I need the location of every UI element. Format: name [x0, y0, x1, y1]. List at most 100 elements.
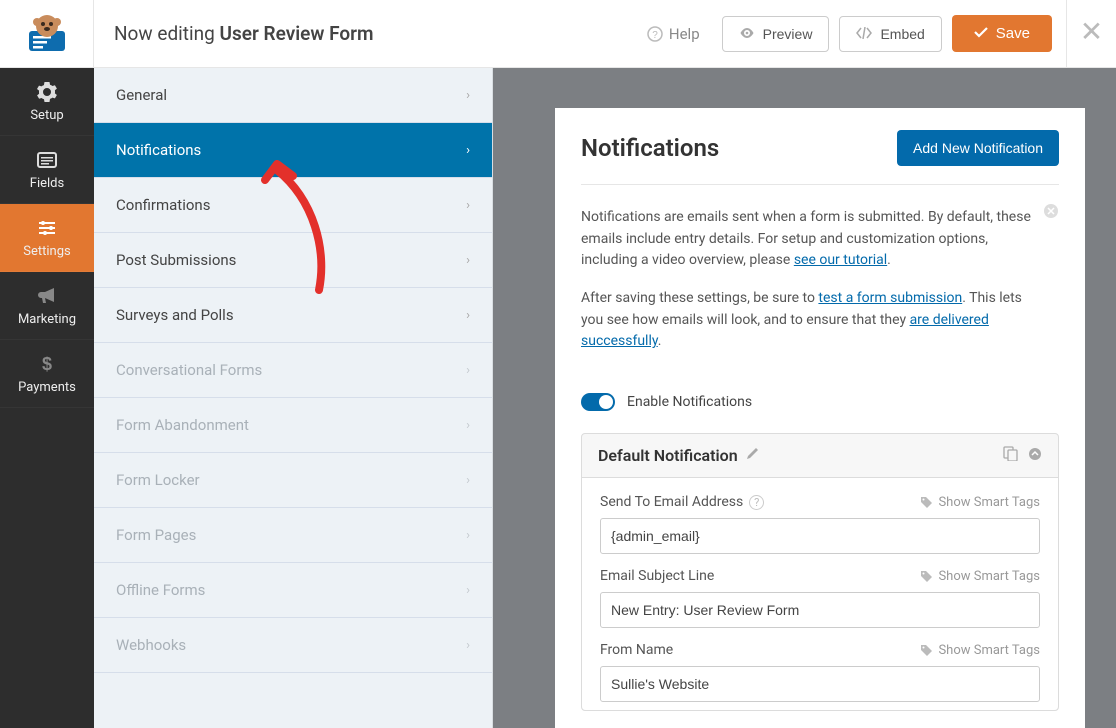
smart-tags-label: Show Smart Tags [938, 643, 1040, 658]
add-notification-button[interactable]: Add New Notification [897, 130, 1059, 166]
submenu-conversational-forms[interactable]: Conversational Forms › [94, 343, 492, 398]
field-from-name: From Name Show Smart Tags [600, 632, 1040, 706]
submenu-surveys-polls[interactable]: Surveys and Polls › [94, 288, 492, 343]
sidebar-item-marketing[interactable]: Marketing [0, 272, 94, 340]
label-text: From Name [600, 642, 673, 658]
tag-icon [920, 644, 933, 657]
sidebar-label: Settings [4, 244, 90, 259]
panel-header: Notifications Add New Notification [581, 130, 1059, 185]
collapse-button[interactable] [1028, 446, 1042, 465]
svg-text:$: $ [42, 354, 52, 374]
tag-icon [920, 570, 933, 583]
submenu-notifications[interactable]: Notifications › [94, 123, 492, 178]
pencil-icon [746, 447, 759, 460]
top-actions: ? Help Preview Embed Save [635, 15, 1066, 52]
submenu-post-submissions[interactable]: Post Submissions › [94, 233, 492, 288]
close-button[interactable]: ✕ [1066, 0, 1116, 68]
subject-input[interactable] [600, 592, 1040, 628]
form-name[interactable]: User Review Form [220, 22, 374, 45]
sidebar-label: Setup [4, 108, 90, 123]
chevron-right-icon: › [466, 198, 470, 213]
dismiss-button[interactable] [1043, 203, 1059, 227]
label-text: Email Subject Line [600, 568, 714, 584]
help-link[interactable]: ? Help [635, 17, 712, 51]
chevron-right-icon: › [466, 418, 470, 433]
card-body: Send To Email Address ? Show Smart Tags [582, 478, 1058, 710]
submenu-label: Form Locker [116, 471, 200, 489]
card-title-text: Default Notification [598, 446, 738, 465]
close-icon: ✕ [1080, 15, 1103, 48]
page-title: Now editing User Review Form [94, 22, 635, 45]
preview-button[interactable]: Preview [722, 16, 830, 52]
toggle-label: Enable Notifications [627, 394, 752, 410]
sidebar-item-setup[interactable]: Setup [0, 68, 94, 136]
sliders-icon [37, 218, 57, 238]
embed-button[interactable]: Embed [839, 16, 941, 52]
submenu-label: Confirmations [116, 196, 210, 214]
app-logo [0, 0, 94, 68]
embed-label: Embed [880, 26, 924, 42]
submenu-form-locker[interactable]: Form Locker › [94, 453, 492, 508]
fields-icon [37, 150, 57, 170]
chevron-right-icon: › [466, 638, 470, 653]
sidebar-label: Marketing [4, 312, 90, 327]
field-label: Email Subject Line [600, 568, 714, 584]
smart-tags-button[interactable]: Show Smart Tags [920, 643, 1040, 658]
chevron-right-icon: › [466, 143, 470, 158]
description-block: Notifications are emails sent when a for… [581, 185, 1059, 391]
chevron-right-icon: › [466, 253, 470, 268]
notifications-panel: Notifications Add New Notification Notif… [555, 108, 1085, 728]
submenu-webhooks[interactable]: Webhooks › [94, 618, 492, 673]
notification-card: Default Notification [581, 433, 1059, 711]
card-header: Default Notification [582, 434, 1058, 478]
smart-tags-label: Show Smart Tags [938, 569, 1040, 584]
topbar: Now editing User Review Form ? Help Prev… [0, 0, 1116, 68]
preview-label: Preview [763, 26, 813, 42]
submenu-label: Conversational Forms [116, 361, 262, 379]
chevron-right-icon: › [466, 583, 470, 598]
submenu-form-pages[interactable]: Form Pages › [94, 508, 492, 563]
submenu-label: Webhooks [116, 636, 186, 654]
panel-title: Notifications [581, 134, 719, 162]
submenu-label: Surveys and Polls [116, 306, 234, 324]
sidebar-item-fields[interactable]: Fields [0, 136, 94, 204]
sidebar-label: Fields [4, 176, 90, 191]
help-label: Help [669, 25, 700, 43]
save-button[interactable]: Save [952, 15, 1052, 52]
submenu-confirmations[interactable]: Confirmations › [94, 178, 492, 233]
submenu-label: Offline Forms [116, 581, 205, 599]
dollar-icon: $ [37, 354, 57, 374]
smart-tags-button[interactable]: Show Smart Tags [920, 495, 1040, 510]
sidebar-item-payments[interactable]: $ Payments [0, 340, 94, 408]
submenu-offline-forms[interactable]: Offline Forms › [94, 563, 492, 618]
duplicate-button[interactable] [1003, 446, 1018, 465]
check-icon [974, 25, 988, 42]
help-icon[interactable]: ? [749, 495, 764, 510]
from-name-input[interactable] [600, 666, 1040, 702]
send-to-input[interactable] [600, 518, 1040, 554]
edit-title-button[interactable] [746, 447, 759, 464]
tutorial-link[interactable]: see our tutorial [794, 252, 887, 268]
copy-icon [1003, 446, 1018, 461]
card-title: Default Notification [598, 446, 759, 465]
submenu-general[interactable]: General › [94, 68, 492, 123]
sidebar-item-settings[interactable]: Settings [0, 204, 94, 272]
field-send-to: Send To Email Address ? Show Smart Tags [600, 484, 1040, 558]
wpforms-logo-icon [26, 13, 68, 53]
chevron-right-icon: › [466, 88, 470, 103]
sidebar-label: Payments [4, 380, 90, 395]
submenu-label: Form Abandonment [116, 416, 249, 434]
svg-text:?: ? [652, 30, 658, 41]
eye-icon [739, 26, 755, 42]
chevron-right-icon: › [466, 363, 470, 378]
chevron-right-icon: › [466, 473, 470, 488]
submenu-label: General [116, 86, 167, 104]
test-submission-link[interactable]: test a form submission [818, 290, 962, 306]
megaphone-icon [37, 286, 57, 306]
smart-tags-label: Show Smart Tags [938, 495, 1040, 510]
main-canvas: Notifications Add New Notification Notif… [493, 68, 1116, 728]
smart-tags-button[interactable]: Show Smart Tags [920, 569, 1040, 584]
submenu-form-abandonment[interactable]: Form Abandonment › [94, 398, 492, 453]
editing-label: Now editing [114, 22, 220, 45]
enable-notifications-toggle[interactable] [581, 393, 615, 411]
